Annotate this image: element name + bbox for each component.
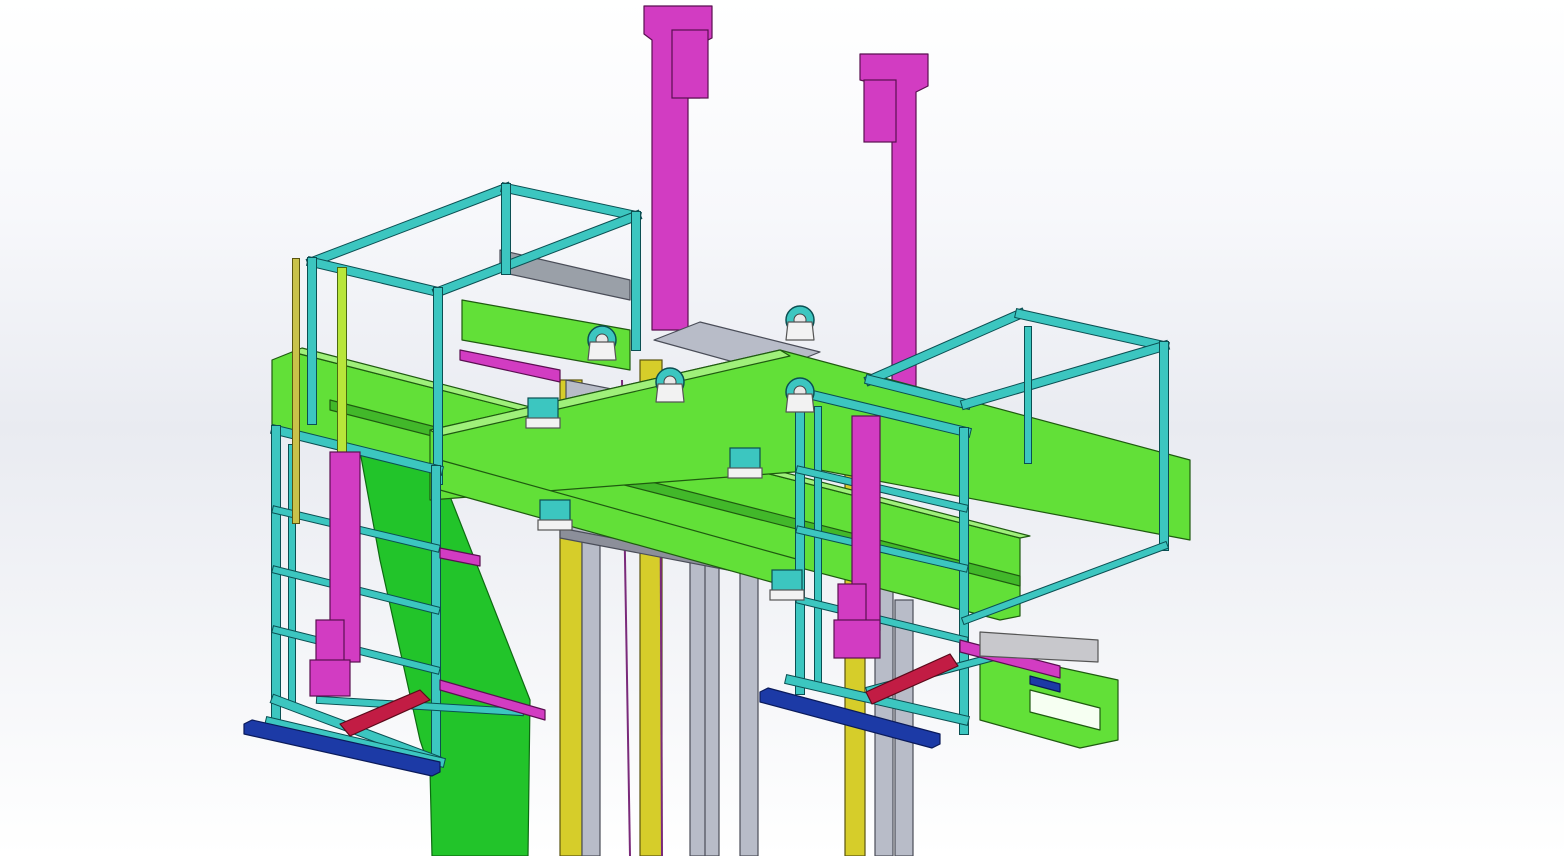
pulley-left (587, 325, 617, 361)
frame-left-top-right-face (501, 183, 641, 221)
frame-left-top-front-face (307, 257, 443, 297)
pulley-top-right-bracket (785, 321, 815, 341)
frame-right-top-front2-face (961, 341, 1169, 409)
frame-left-top-back-face (306, 182, 512, 268)
frame-left-top-right (500, 182, 642, 222)
cylinder-right-housing (979, 631, 1099, 663)
pulley-center-bracket (655, 383, 685, 403)
pulley-top-right (785, 305, 815, 341)
pulley-right-bracket (785, 393, 815, 413)
column-left-motor (671, 29, 709, 99)
assembly-model[interactable] (0, 0, 1564, 856)
actuator-right-base (833, 619, 881, 659)
frame-right-top-right (1014, 308, 1170, 352)
column-left (643, 5, 713, 331)
column-right-motor (863, 79, 897, 143)
motor-2-plate (727, 467, 763, 479)
cad-viewport[interactable] (0, 0, 1564, 856)
frame-left-top-front (305, 255, 445, 299)
actuator-left-base (309, 659, 351, 697)
motor-3-plate (537, 519, 573, 531)
motor-1-plate (525, 417, 561, 429)
pulley-left-bracket (587, 341, 617, 361)
pulley-right (785, 377, 815, 413)
frame-right-top-front2 (959, 339, 1171, 411)
pulley-center (655, 367, 685, 403)
column-actuator-left (309, 451, 361, 697)
motor-4-plate (769, 589, 805, 601)
frame-left-top-back (305, 181, 513, 269)
frame-right-top-right-face (1015, 309, 1169, 351)
